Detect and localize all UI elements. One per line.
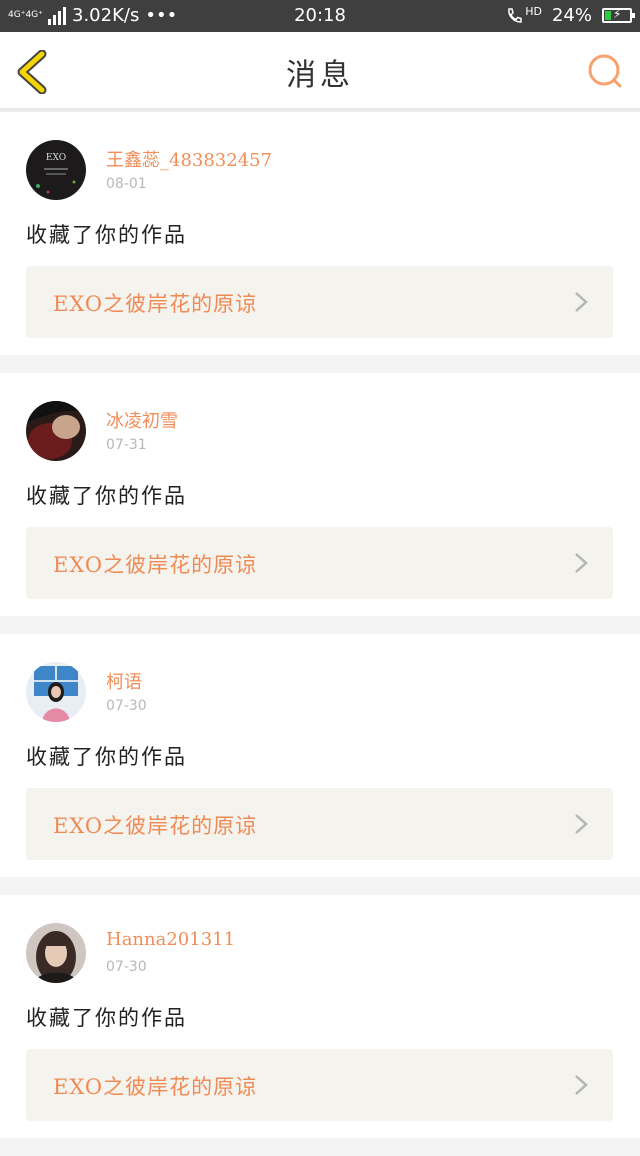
work-title: EXO之彼岸花的原谅 [53, 292, 258, 316]
username[interactable]: 王鑫蕊_483832457 [106, 146, 272, 172]
search-button[interactable] [586, 52, 626, 92]
message-card: 柯语 07-30 收藏了你的作品 EXO之彼岸花的原谅 [0, 634, 640, 877]
username[interactable]: 柯语 [106, 668, 142, 694]
message-card: 冰凌初雪 07-31 收藏了你的作品 EXO之彼岸花的原谅 [0, 373, 640, 616]
avatar[interactable] [26, 401, 86, 461]
avatar[interactable] [26, 923, 86, 983]
avatar[interactable]: EXO [26, 140, 86, 200]
action-text: 收藏了你的作品 [26, 484, 187, 508]
chevron-right-icon [575, 553, 588, 573]
battery-icon: ⚡ [602, 7, 635, 23]
chevron-right-icon [575, 1075, 588, 1095]
work-title: EXO之彼岸花的原谅 [53, 1075, 258, 1099]
search-icon [588, 54, 622, 88]
action-text: 收藏了你的作品 [26, 223, 187, 247]
action-text: 收藏了你的作品 [26, 745, 187, 769]
message-date: 08-01 [106, 176, 147, 192]
hd-call-icon: HD [505, 5, 542, 25]
username[interactable]: Hanna201311 [106, 929, 235, 950]
message-card: Hanna201311 07-30 收藏了你的作品 EXO之彼岸花的原谅 [0, 895, 640, 1138]
avatar-logo-text: EXO [46, 153, 66, 163]
message-list: EXO 王鑫蕊_483832457 08-01 收藏了你的作品 EXO之彼岸花的… [0, 112, 640, 1156]
charging-icon: ⚡ [613, 7, 622, 21]
work-title: EXO之彼岸花的原谅 [53, 814, 258, 838]
work-link[interactable]: EXO之彼岸花的原谅 [26, 266, 613, 338]
work-title: EXO之彼岸花的原谅 [53, 553, 258, 577]
work-link[interactable]: EXO之彼岸花的原谅 [26, 788, 613, 860]
hd-label: HD [525, 5, 542, 18]
battery-fill [605, 11, 612, 20]
battery-percent: 24% [551, 5, 592, 26]
username[interactable]: 冰凌初雪 [106, 407, 178, 433]
message-date: 07-30 [106, 959, 147, 975]
work-link[interactable]: EXO之彼岸花的原谅 [26, 1049, 613, 1121]
avatar[interactable] [26, 662, 86, 722]
message-card: EXO 王鑫蕊_483832457 08-01 收藏了你的作品 EXO之彼岸花的… [0, 112, 640, 355]
message-date: 07-31 [106, 437, 147, 453]
chevron-right-icon [575, 292, 588, 312]
action-text: 收藏了你的作品 [26, 1006, 187, 1030]
chevron-right-icon [575, 814, 588, 834]
status-bar: 4G⁺4G⁺ 3.02K/s ••• 20:18 HD 24% ⚡ [0, 0, 640, 32]
page-title: 消息 [286, 58, 354, 93]
status-right: HD 24% ⚡ [505, 5, 635, 26]
message-date: 07-30 [106, 698, 147, 714]
header-bar: 消息 [0, 32, 640, 109]
work-link[interactable]: EXO之彼岸花的原谅 [26, 527, 613, 599]
